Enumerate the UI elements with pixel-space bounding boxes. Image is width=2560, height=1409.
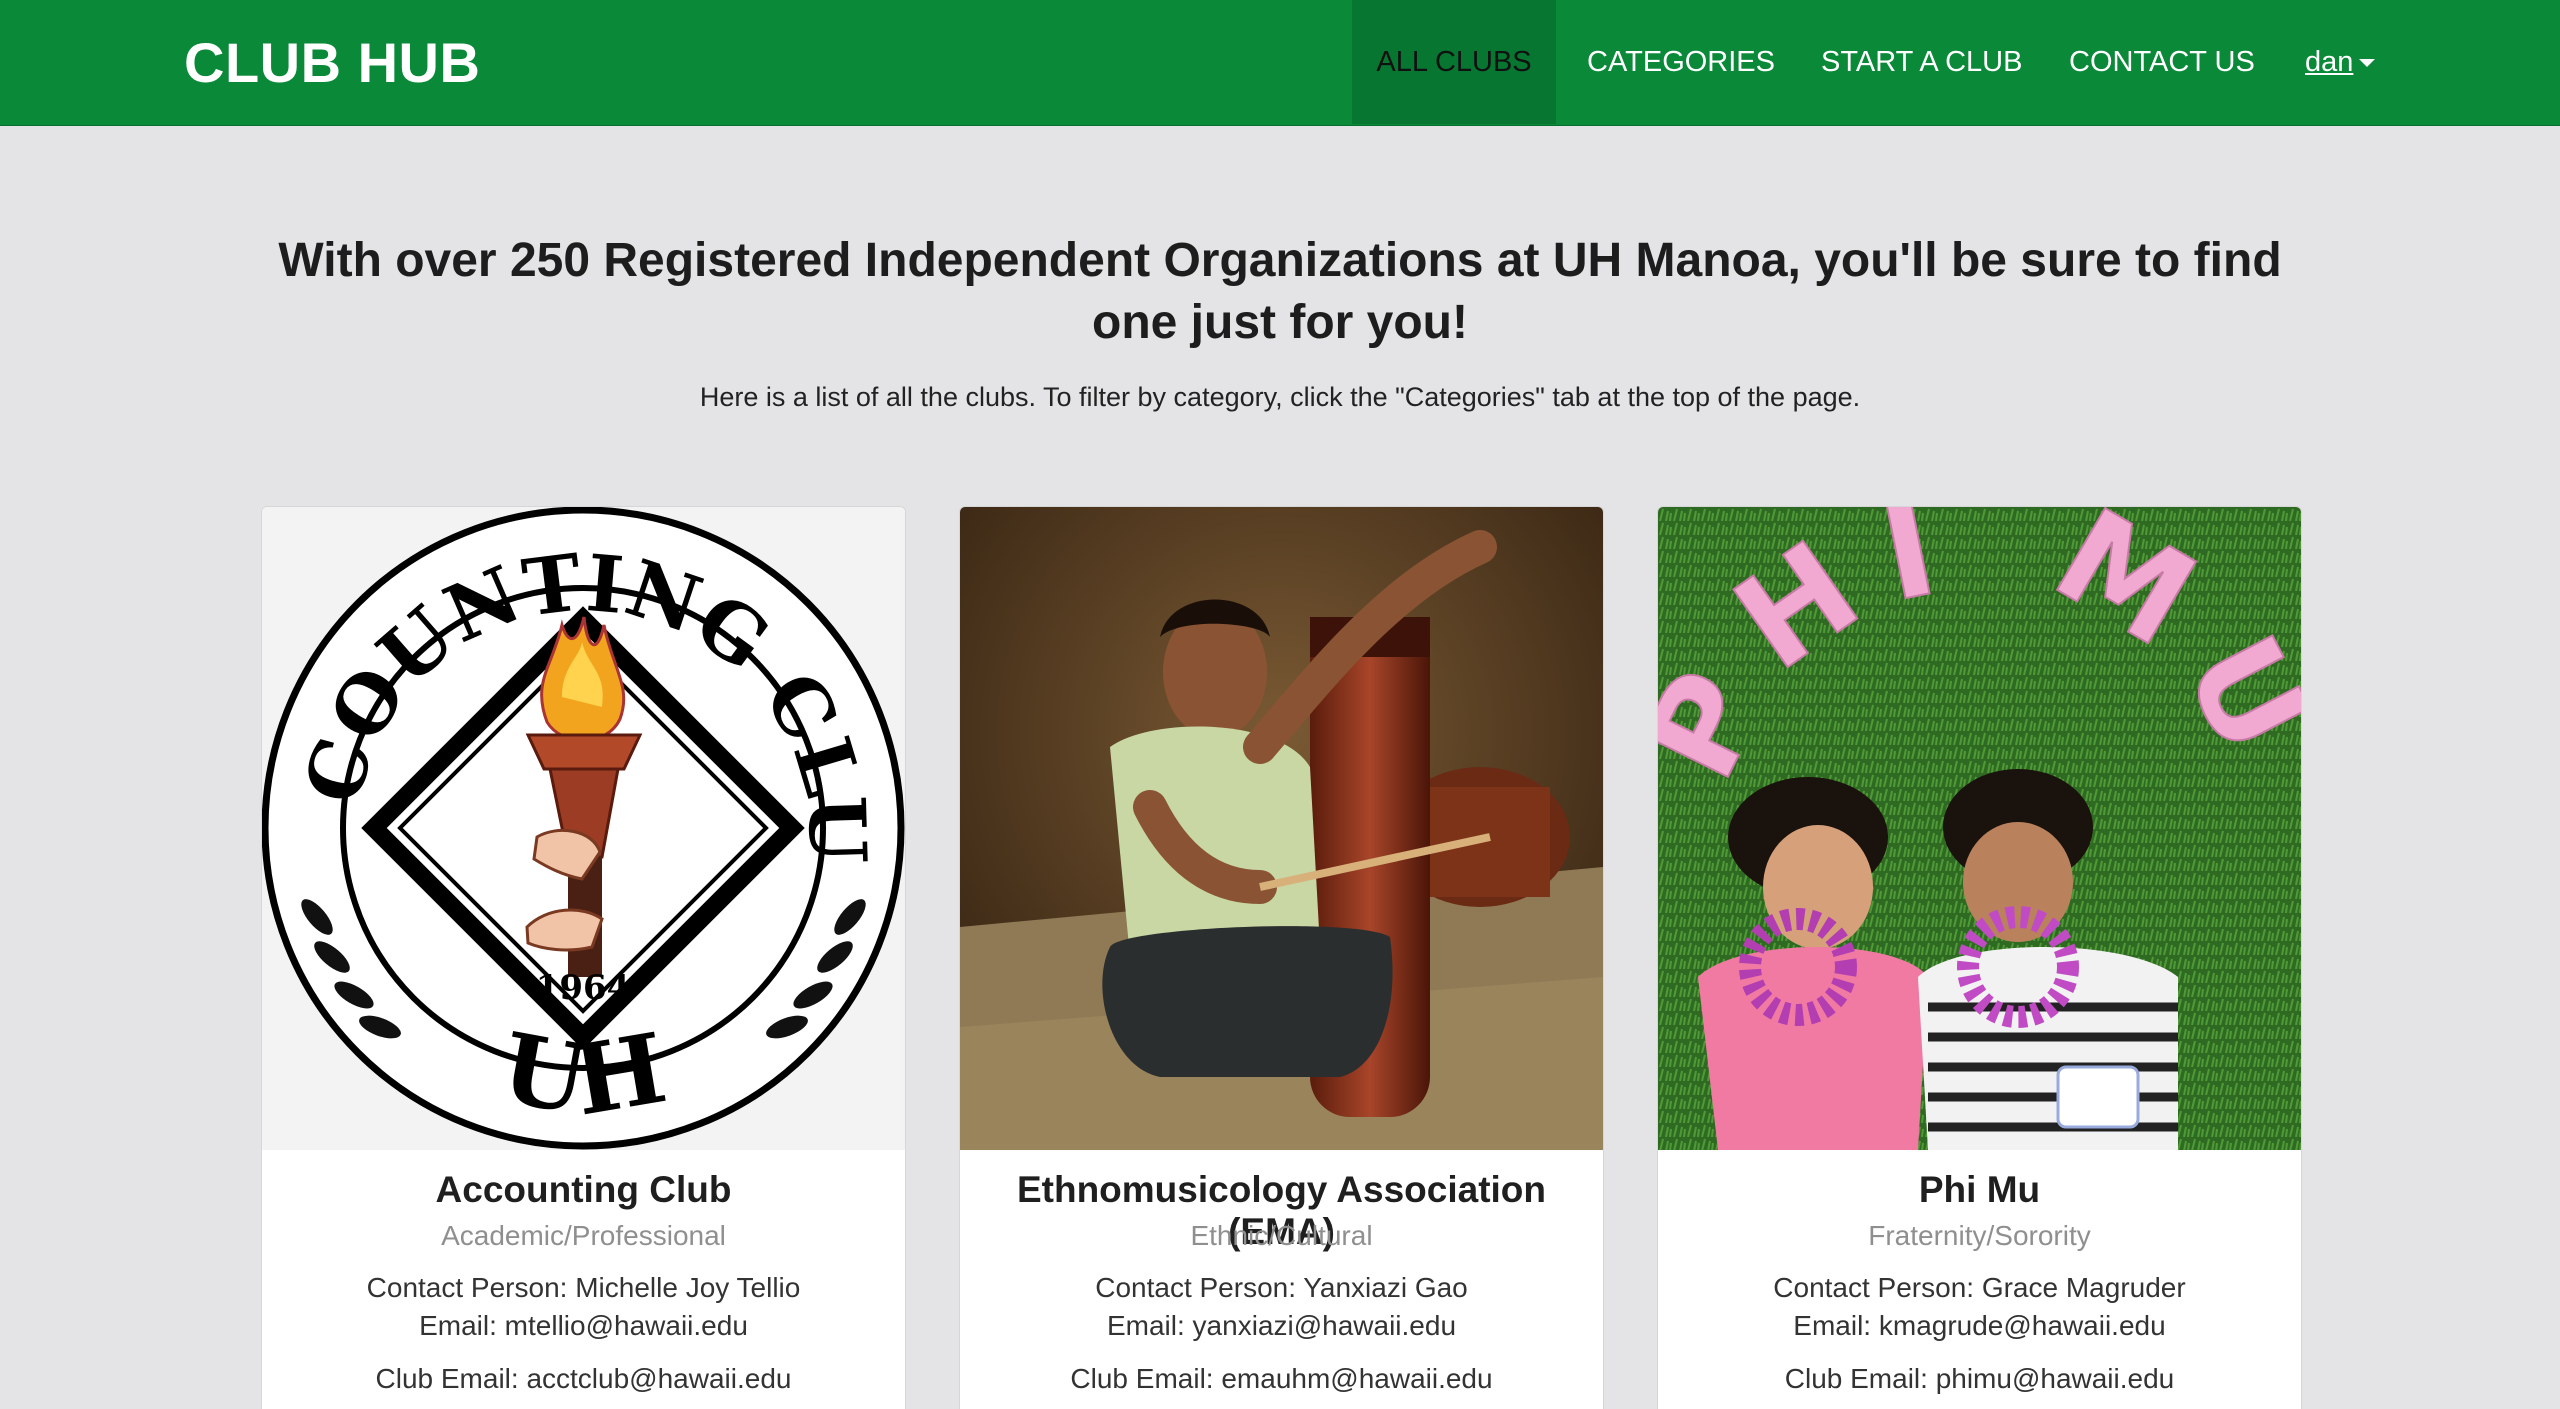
club-contact-email: Email: kmagrude@hawaii.edu xyxy=(1793,1310,2166,1341)
phi-mu-photo: PHI MU xyxy=(1658,507,2301,1150)
nav-categories[interactable]: CATEGORIES xyxy=(1587,0,1775,124)
nav-contact-us[interactable]: CONTACT US xyxy=(2069,0,2255,124)
club-category: Fraternity/Sorority xyxy=(1868,1220,2091,1251)
club-contact-person: Contact Person: Yanxiazi Gao xyxy=(1095,1272,1468,1303)
club-card-phi-mu[interactable]: PHI MU Phi Mu Fraternity/Sorority Contac… xyxy=(1657,506,2302,1409)
club-name[interactable]: Phi Mu xyxy=(1658,1169,2301,1211)
drummer-photo xyxy=(960,507,1603,1150)
club-contact-email: Email: mtellio@hawaii.edu xyxy=(419,1310,748,1341)
club-contact-person: Contact Person: Grace Magruder xyxy=(1773,1272,2186,1303)
user-menu[interactable]: dan xyxy=(2305,0,2376,124)
club-photo-image xyxy=(960,507,1603,1150)
club-logo-image: ACCOUNTING CLUB 1964 xyxy=(262,507,905,1150)
club-contact-email: Email: yanxiazi@hawaii.edu xyxy=(1106,1310,1457,1341)
club-email: Club Email: acctclub@hawaii.edu xyxy=(375,1363,792,1394)
club-email: Club Email: phimu@hawaii.edu xyxy=(1784,1363,2175,1394)
accounting-club-seal: ACCOUNTING CLUB 1964 xyxy=(262,507,905,1150)
club-photo-image: PHI MU xyxy=(1658,507,2301,1150)
nav-start-a-club[interactable]: START A CLUB xyxy=(1821,0,2022,124)
club-name[interactable]: Accounting Club xyxy=(262,1169,905,1211)
seal-year: 1964 xyxy=(536,968,631,1008)
club-category: Academic/Professional xyxy=(441,1220,726,1251)
club-category: Ethnic/Cultural xyxy=(1190,1220,1373,1251)
club-card-accounting[interactable]: ACCOUNTING CLUB 1964 xyxy=(261,506,906,1409)
club-contact-person: Contact Person: Michelle Joy Tellio xyxy=(366,1272,801,1303)
page-subtext: Here is a list of all the clubs. To filt… xyxy=(699,382,1861,412)
club-card-ema[interactable]: Ethnomusicology Association (EMA) Ethnic… xyxy=(959,506,1604,1409)
club-email: Club Email: emauhm@hawaii.edu xyxy=(1070,1363,1493,1394)
caret-down-icon xyxy=(2359,59,2376,68)
page-headline: With over 250 Registered Independent Org… xyxy=(278,234,2282,349)
brand-logo[interactable]: CLUB HUB xyxy=(184,30,480,95)
navbar: CLUB HUB ALL CLUBS CATEGORIES START A CL… xyxy=(0,0,2560,126)
seal-bottom-text: UH xyxy=(493,1011,674,1138)
user-name: dan xyxy=(2305,46,2354,78)
nav-all-clubs[interactable]: ALL CLUBS xyxy=(1352,0,1556,124)
